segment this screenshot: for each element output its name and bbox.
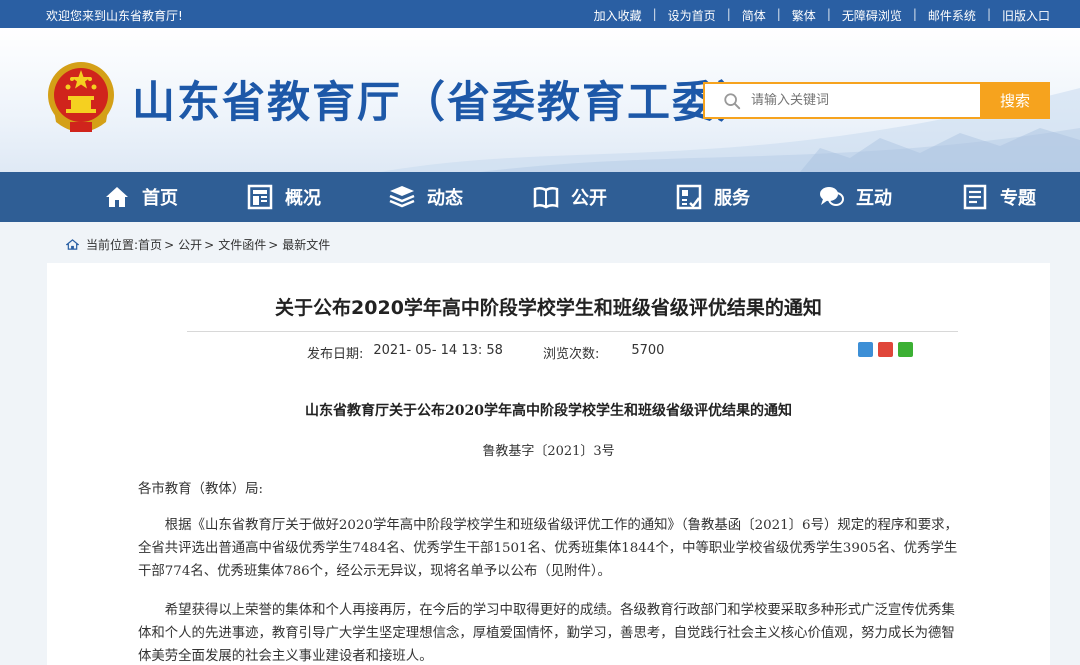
nav-label: 公开	[571, 188, 607, 209]
share-weibo-icon[interactable]	[878, 342, 893, 357]
link-accessibility[interactable]: 无障碍浏览	[842, 7, 902, 24]
search-icon	[724, 92, 741, 109]
link-traditional[interactable]: 繁体	[792, 7, 816, 24]
separator: |	[826, 7, 831, 21]
meta-gap	[503, 343, 543, 362]
nav-label: 概况	[285, 188, 321, 209]
body-paragraph-1: 根据《山东省教育厅关于做好2020学年高中阶段学校学生和班级省级评优工作的通知》…	[138, 518, 958, 579]
publish-date: 2021- 05- 14 13: 58	[373, 343, 503, 358]
article-meta: 发布日期: 2021- 05- 14 13: 58 浏览次数: 5700	[307, 343, 664, 362]
nav-label: 动态	[427, 188, 463, 209]
link-set-homepage[interactable]: 设为首页	[668, 7, 716, 24]
article-title: 关于公布2020学年高中阶段学校学生和班级省级评优结果的通知	[275, 297, 822, 319]
search-input[interactable]	[751, 93, 951, 108]
topic-icon	[963, 184, 987, 210]
top-bar: 欢迎您来到山东省教育厅! 加入收藏 | 设为首页 | 简体 | 繁体 | 无障碍浏览 | …	[0, 0, 1080, 28]
link-simplified[interactable]: 简体	[742, 7, 766, 24]
nav-label: 专题	[1000, 188, 1036, 209]
document-number: 鲁教基字〔2021〕3号	[482, 444, 615, 459]
separator: |	[776, 7, 781, 21]
addressee: 各市教育（教体）局:	[138, 482, 264, 497]
nav-item-home[interactable]: 首页	[104, 172, 178, 222]
home-icon	[106, 187, 128, 207]
nav-item-public[interactable]: 公开	[533, 172, 607, 222]
nav-item-topics[interactable]: 专题	[962, 172, 1036, 222]
nav-item-overview[interactable]: 概况	[247, 172, 321, 222]
document-title: 山东省教育厅关于公布2020学年高中阶段学校学生和班级省级评优结果的通知	[305, 403, 792, 419]
date-label: 发布日期:	[307, 347, 364, 362]
breadcrumb-separator: >	[268, 237, 279, 252]
service-icon	[676, 184, 702, 210]
breadcrumb-home[interactable]: 首页	[138, 236, 162, 253]
book-icon	[533, 186, 559, 209]
view-count: 5700	[631, 343, 665, 358]
link-add-favorite[interactable]: 加入收藏	[594, 7, 642, 24]
search-box	[703, 82, 980, 119]
article-card: 关于公布2020学年高中阶段学校学生和班级省级评优结果的通知 发布日期: 202…	[47, 263, 1050, 665]
nav-item-news[interactable]: 动态	[389, 172, 463, 222]
link-mail-system[interactable]: 邮件系统	[928, 7, 976, 24]
overview-icon	[247, 184, 273, 210]
breadcrumb: 当前位置: 首页 > 公开 > 文件函件 > 最新文件	[66, 236, 330, 253]
views-label: 浏览次数:	[542, 347, 600, 362]
separator: |	[986, 7, 991, 21]
breadcrumb-documents[interactable]: 文件函件	[218, 236, 266, 253]
breadcrumb-separator: >	[204, 237, 215, 252]
chat-icon	[820, 187, 844, 206]
site-header: 山东省教育厅（省委教育工委） 搜索	[0, 28, 1080, 172]
welcome-text: 欢迎您来到山东省教育厅!	[46, 9, 183, 23]
link-old-version[interactable]: 旧版入口	[1002, 7, 1050, 24]
main-nav: 首页 概况 动态 公开 服务 互动 专题	[0, 172, 1080, 222]
breadcrumb-latest[interactable]: 最新文件	[282, 236, 330, 253]
body-paragraph-2: 希望获得以上荣誉的集体和个人再接再厉，在今后的学习中取得更好的成绩。各级教育行政…	[138, 603, 955, 664]
separator: |	[652, 7, 657, 21]
nav-item-service[interactable]: 服务	[676, 172, 750, 222]
top-links: 加入收藏 | 设为首页 | 简体 | 繁体 | 无障碍浏览 | 邮件系统 | 旧版入口	[594, 7, 1050, 24]
breadcrumb-separator: >	[164, 237, 175, 252]
nav-item-interact[interactable]: 互动	[818, 172, 892, 222]
search-button[interactable]: 搜索	[980, 82, 1050, 119]
separator: |	[912, 7, 917, 21]
breadcrumb-public[interactable]: 公开	[178, 236, 202, 253]
nav-label: 互动	[856, 188, 892, 209]
home-icon	[66, 239, 79, 250]
national-emblem-icon	[48, 62, 114, 132]
site-title: 山东省教育厅（省委教育工委）	[132, 78, 762, 128]
breadcrumb-prefix: 当前位置:	[86, 238, 139, 252]
title-divider	[187, 331, 958, 332]
nav-label: 首页	[142, 188, 178, 209]
share-buttons	[858, 342, 918, 357]
stack-icon	[389, 186, 415, 208]
nav-label: 服务	[714, 188, 750, 209]
separator: |	[726, 7, 731, 21]
share-wechat-icon[interactable]	[898, 342, 913, 357]
share-qzone-icon[interactable]	[858, 342, 873, 357]
